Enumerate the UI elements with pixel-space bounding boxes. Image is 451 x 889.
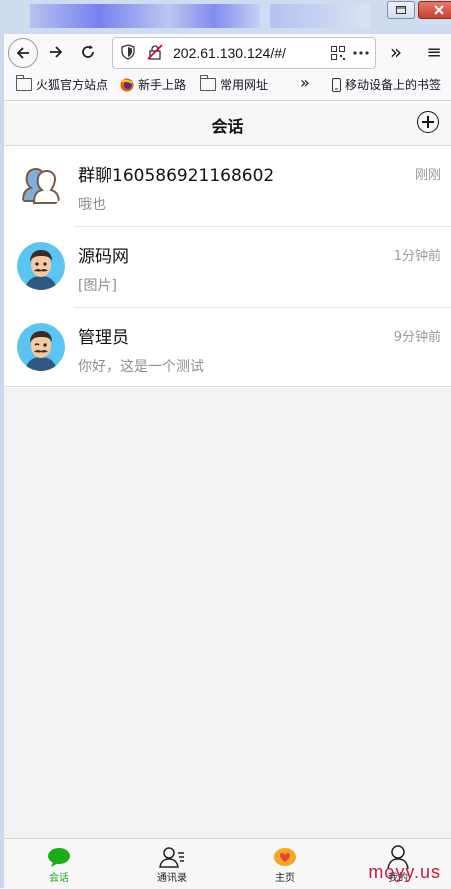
chat-app: 会话 群聊160586921168602 刚刚 哦也 源码网 1分钟前 [图片]… [4, 101, 451, 889]
mobile-device-icon [332, 77, 341, 92]
conversation-time: 刚刚 [414, 168, 441, 183]
blurred-title [30, 4, 260, 28]
add-plus-icon[interactable] [417, 111, 439, 133]
page-title: 会话 [211, 117, 244, 136]
conversation-item[interactable]: 管理员 9分钟前 你好，这是一个测试 [17, 307, 451, 388]
shield-icon [121, 44, 135, 60]
tab-label: 通讯录 [157, 873, 187, 884]
window-titlebar [0, 0, 451, 34]
conversation-time: 9分钟前 [393, 330, 441, 345]
restore-icon [396, 6, 406, 14]
navigation-toolbar: 202.61.130.124/#/ » ≡ [4, 34, 451, 70]
conversation-preview: [图片] [78, 278, 117, 294]
conversation-preview: 你好，这是一个测试 [78, 359, 204, 375]
heart-home-icon [274, 848, 296, 866]
conversation-preview: 哦也 [78, 197, 106, 213]
back-button[interactable] [8, 38, 38, 68]
double-chevron-icon: » [300, 73, 310, 92]
app-header: 会话 [4, 101, 451, 146]
tab-contacts[interactable]: 通讯录 [127, 845, 217, 884]
browser-window: 202.61.130.124/#/ » ≡ 火狐官方站点 新手上路 常用网址 »… [4, 34, 451, 889]
app-menu-button[interactable]: ≡ [420, 38, 448, 66]
blurred-title-2 [270, 4, 370, 28]
tab-label: 会话 [49, 873, 69, 884]
bookmark-label: 常用网址 [220, 78, 269, 92]
tab-chats[interactable]: 会话 [14, 845, 104, 884]
chat-bubble-icon [48, 848, 70, 867]
contacts-icon [159, 847, 184, 868]
group-avatar-icon [21, 167, 61, 204]
page-actions-icon[interactable] [353, 51, 369, 55]
bookmark-label: 火狐官方站点 [36, 78, 109, 92]
bookmark-firefox-site[interactable]: 火狐官方站点 [16, 75, 109, 93]
firefox-logo-icon [120, 78, 134, 91]
folder-icon [200, 75, 216, 91]
conversation-name: 管理员 [78, 328, 129, 348]
bookmark-mobile[interactable]: 移动设备上的书签 [332, 76, 441, 93]
arrow-left-icon [16, 47, 29, 59]
conversation-time: 1分钟前 [393, 249, 441, 264]
conversation-list: 群聊160586921168602 刚刚 哦也 源码网 1分钟前 [图片] 管理… [4, 146, 451, 388]
restore-button[interactable] [387, 1, 415, 19]
conversation-item[interactable]: 群聊160586921168602 刚刚 哦也 [4, 146, 451, 226]
double-chevron-icon: » [389, 40, 403, 64]
url-bar[interactable]: 202.61.130.124/#/ [112, 37, 376, 69]
conversation-name: 源码网 [78, 247, 129, 267]
url-text: 202.61.130.124/#/ [173, 45, 286, 61]
bookmark-getting-started[interactable]: 新手上路 [120, 76, 186, 93]
bottom-tab-bar: 会话 通讯录 主页 我的 moyy.us [4, 838, 451, 889]
window-frame: 202.61.130.124/#/ » ≡ 火狐官方站点 新手上路 常用网址 »… [0, 0, 451, 889]
conversation-name: 群聊160586921168602 [78, 166, 275, 186]
hamburger-menu-icon: ≡ [426, 41, 442, 63]
bookmark-common-sites[interactable]: 常用网址 [200, 75, 269, 93]
user-avatar-icon [17, 323, 65, 371]
bookmarks-overflow-button[interactable]: » [300, 73, 310, 92]
bookmarks-toolbar: 火狐官方站点 新手上路 常用网址 » 移动设备上的书签 [4, 70, 451, 101]
tab-label: 主页 [275, 873, 295, 884]
toolbar-overflow-button[interactable]: » [382, 38, 410, 66]
user-avatar-icon [17, 242, 65, 290]
qr-code-icon[interactable] [331, 46, 345, 60]
arrow-right-icon [50, 46, 63, 58]
insecure-lock-icon [147, 44, 163, 60]
bookmark-label: 新手上路 [138, 78, 187, 92]
folder-icon [16, 75, 32, 91]
watermark-text: moyy.us [368, 862, 441, 882]
list-divider [4, 386, 451, 387]
close-icon [434, 5, 444, 15]
close-window-button[interactable] [418, 1, 451, 19]
tab-home[interactable]: 主页 [240, 845, 330, 884]
forward-button[interactable] [42, 38, 70, 66]
reload-icon [82, 45, 94, 58]
reload-button[interactable] [74, 38, 102, 66]
bookmark-label: 移动设备上的书签 [345, 78, 442, 92]
conversation-item[interactable]: 源码网 1分钟前 [图片] [17, 226, 451, 307]
